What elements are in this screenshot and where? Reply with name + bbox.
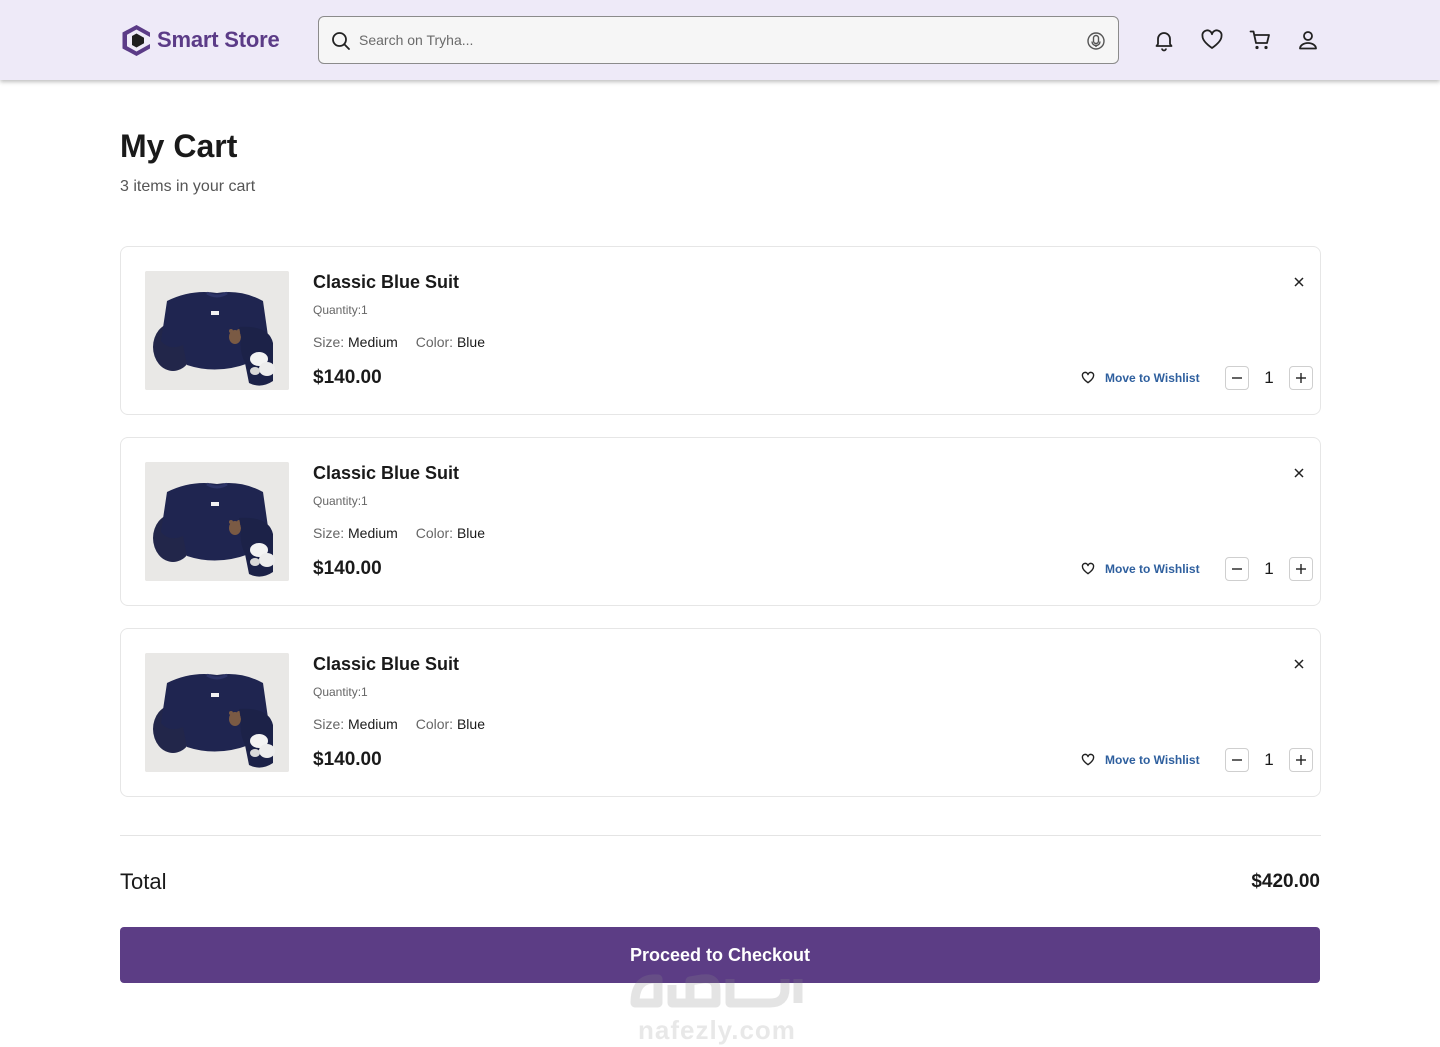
logo-mark-icon (122, 24, 150, 56)
remove-item-button[interactable] (1292, 657, 1306, 671)
product-photo-icon (145, 462, 289, 581)
account-button[interactable] (1294, 26, 1322, 54)
increase-quantity-button[interactable] (1289, 748, 1313, 772)
brand-name: Smart Store (157, 27, 280, 52)
cart-item-count: 3 items in your cart (120, 178, 256, 195)
heart-icon (1081, 371, 1095, 384)
product-attributes: Size: Medium Color: Blue (313, 334, 485, 350)
close-icon (1294, 277, 1304, 287)
product-name[interactable]: Classic Blue Suit (313, 463, 459, 484)
product-attributes: Size: Medium Color: Blue (313, 525, 485, 541)
move-to-wishlist-button[interactable]: Move to Wishlist (1081, 369, 1200, 387)
product-image[interactable] (145, 462, 289, 581)
size-label: Size: (313, 334, 345, 350)
wishlist-button[interactable] (1198, 26, 1226, 54)
page-title: My Cart (120, 128, 238, 164)
product-photo-icon (145, 271, 289, 390)
plus-icon (1296, 564, 1306, 574)
color-value: Blue (456, 334, 485, 350)
cart-item: Classic Blue Suit Quantity:1 Size: Mediu… (120, 628, 1321, 797)
move-to-wishlist-label: Move to Wishlist (1105, 371, 1200, 385)
quantity-value: 1 (1264, 559, 1274, 578)
remove-item-button[interactable] (1292, 275, 1306, 289)
product-image[interactable] (145, 653, 289, 772)
close-icon (1294, 468, 1304, 478)
heart-icon (1081, 562, 1095, 575)
product-name[interactable]: Classic Blue Suit (313, 654, 459, 675)
search-icon[interactable] (331, 31, 351, 51)
quantity-stepper: 1 (1225, 366, 1313, 390)
product-price: $140.00 (313, 558, 382, 579)
minus-icon (1232, 568, 1242, 570)
move-to-wishlist-button[interactable]: Move to Wishlist (1081, 560, 1200, 578)
quantity-value: 1 (1264, 368, 1274, 387)
color-value: Blue (456, 525, 485, 541)
product-image[interactable] (145, 271, 289, 390)
increase-quantity-button[interactable] (1289, 557, 1313, 581)
plus-icon (1296, 373, 1306, 383)
plus-icon (1296, 755, 1306, 765)
size-label: Size: (313, 716, 345, 732)
size-value: Medium (348, 716, 398, 732)
product-quantity-text: Quantity:1 (313, 685, 368, 699)
checkout-button[interactable]: Proceed to Checkout (120, 927, 1320, 983)
color-label: Color: (415, 525, 454, 541)
decrease-quantity-button[interactable] (1225, 748, 1249, 772)
remove-item-button[interactable] (1292, 466, 1306, 480)
microphone-icon[interactable] (1086, 31, 1106, 51)
product-price: $140.00 (313, 749, 382, 770)
product-quantity-text: Quantity:1 (313, 303, 368, 317)
total-value: $420.00 (1251, 871, 1320, 892)
heart-icon (1081, 753, 1095, 766)
cart-button[interactable] (1246, 26, 1274, 54)
brand-logo[interactable]: Smart Store (120, 23, 280, 57)
size-value: Medium (348, 334, 398, 350)
summary-divider (120, 835, 1321, 836)
product-photo-icon (145, 653, 289, 772)
product-price: $140.00 (313, 367, 382, 388)
quantity-value: 1 (1264, 750, 1274, 769)
notifications-button[interactable] (1150, 26, 1178, 54)
cart-item: Classic Blue Suit Quantity:1 Size: Mediu… (120, 437, 1321, 606)
watermark-text: nafezly.com (638, 1015, 796, 1045)
decrease-quantity-button[interactable] (1225, 366, 1249, 390)
decrease-quantity-button[interactable] (1225, 557, 1249, 581)
close-icon (1294, 659, 1304, 669)
increase-quantity-button[interactable] (1289, 366, 1313, 390)
cart-icon (1249, 30, 1270, 50)
color-label: Color: (415, 334, 454, 350)
product-quantity-text: Quantity:1 (313, 494, 368, 508)
heart-icon (1201, 29, 1223, 49)
quantity-stepper: 1 (1225, 557, 1313, 581)
move-to-wishlist-label: Move to Wishlist (1105, 562, 1200, 576)
quantity-stepper: 1 (1225, 748, 1313, 772)
minus-icon (1232, 377, 1242, 379)
move-to-wishlist-label: Move to Wishlist (1105, 753, 1200, 767)
search-input[interactable] (359, 17, 1079, 63)
total-label: Total (120, 869, 167, 894)
search-bar[interactable] (318, 16, 1119, 64)
size-label: Size: (313, 525, 345, 541)
top-header: Smart Store (0, 0, 1440, 80)
product-name[interactable]: Classic Blue Suit (313, 272, 459, 293)
bell-icon (1155, 32, 1173, 52)
cart-item: Classic Blue Suit Quantity:1 Size: Mediu… (120, 246, 1321, 415)
color-value: Blue (456, 716, 485, 732)
color-label: Color: (415, 716, 454, 732)
move-to-wishlist-button[interactable]: Move to Wishlist (1081, 751, 1200, 769)
product-attributes: Size: Medium Color: Blue (313, 716, 485, 732)
minus-icon (1232, 759, 1242, 761)
size-value: Medium (348, 525, 398, 541)
user-icon (1299, 31, 1317, 50)
